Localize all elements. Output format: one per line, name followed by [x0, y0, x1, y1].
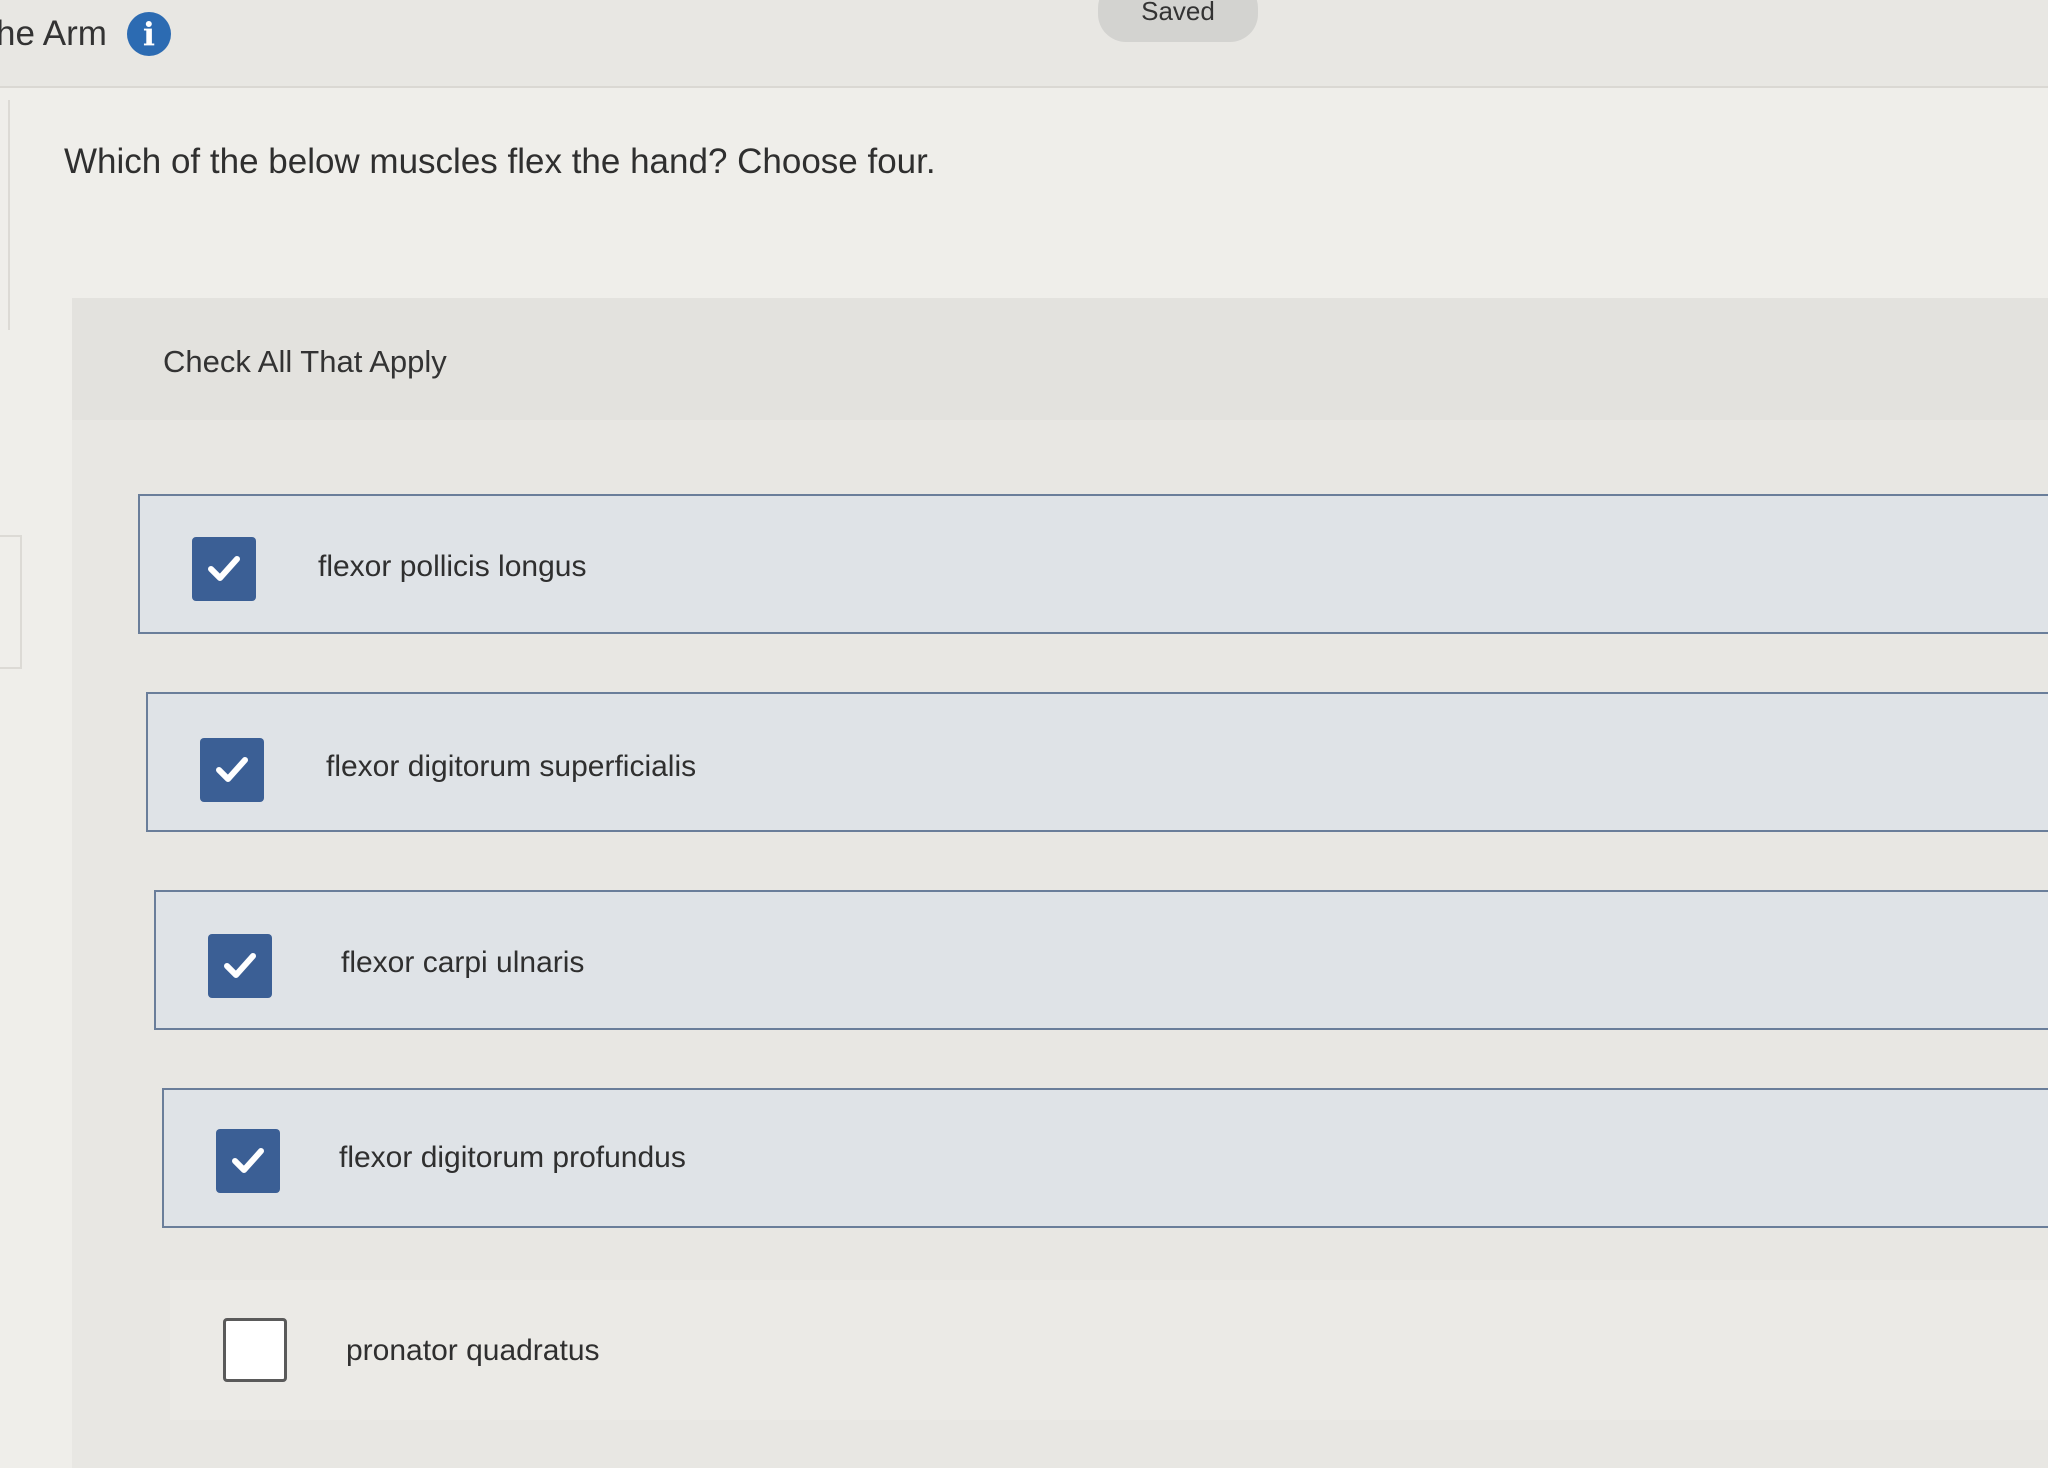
checkmark-icon	[232, 1148, 264, 1173]
assignment-title: he Arm	[0, 14, 107, 53]
saved-status-badge: Saved	[1098, 0, 1258, 42]
option-label: flexor pollicis longus	[318, 550, 587, 583]
checkbox-checked[interactable]	[200, 738, 264, 802]
left-rail-tab	[0, 535, 22, 669]
left-rail-divider	[0, 100, 10, 330]
checkmark-icon	[208, 556, 240, 581]
checkbox-checked[interactable]	[216, 1129, 280, 1193]
info-icon[interactable]: i	[127, 12, 171, 56]
checkbox-checked[interactable]	[192, 537, 256, 601]
top-bar: he Arm i Saved	[0, 0, 2048, 88]
option-label: flexor digitorum superficialis	[326, 750, 697, 783]
option-label: flexor digitorum profundus	[339, 1141, 686, 1174]
option-label: pronator quadratus	[346, 1334, 600, 1367]
instruction-label: Check All That Apply	[163, 344, 447, 379]
question-text: Which of the below muscles flex the hand…	[64, 142, 936, 181]
checkmark-icon	[224, 953, 256, 978]
checkbox-unchecked[interactable]	[223, 1318, 287, 1382]
option-label: flexor carpi ulnaris	[341, 946, 585, 979]
checkmark-icon	[216, 757, 248, 782]
checkbox-checked[interactable]	[208, 934, 272, 998]
